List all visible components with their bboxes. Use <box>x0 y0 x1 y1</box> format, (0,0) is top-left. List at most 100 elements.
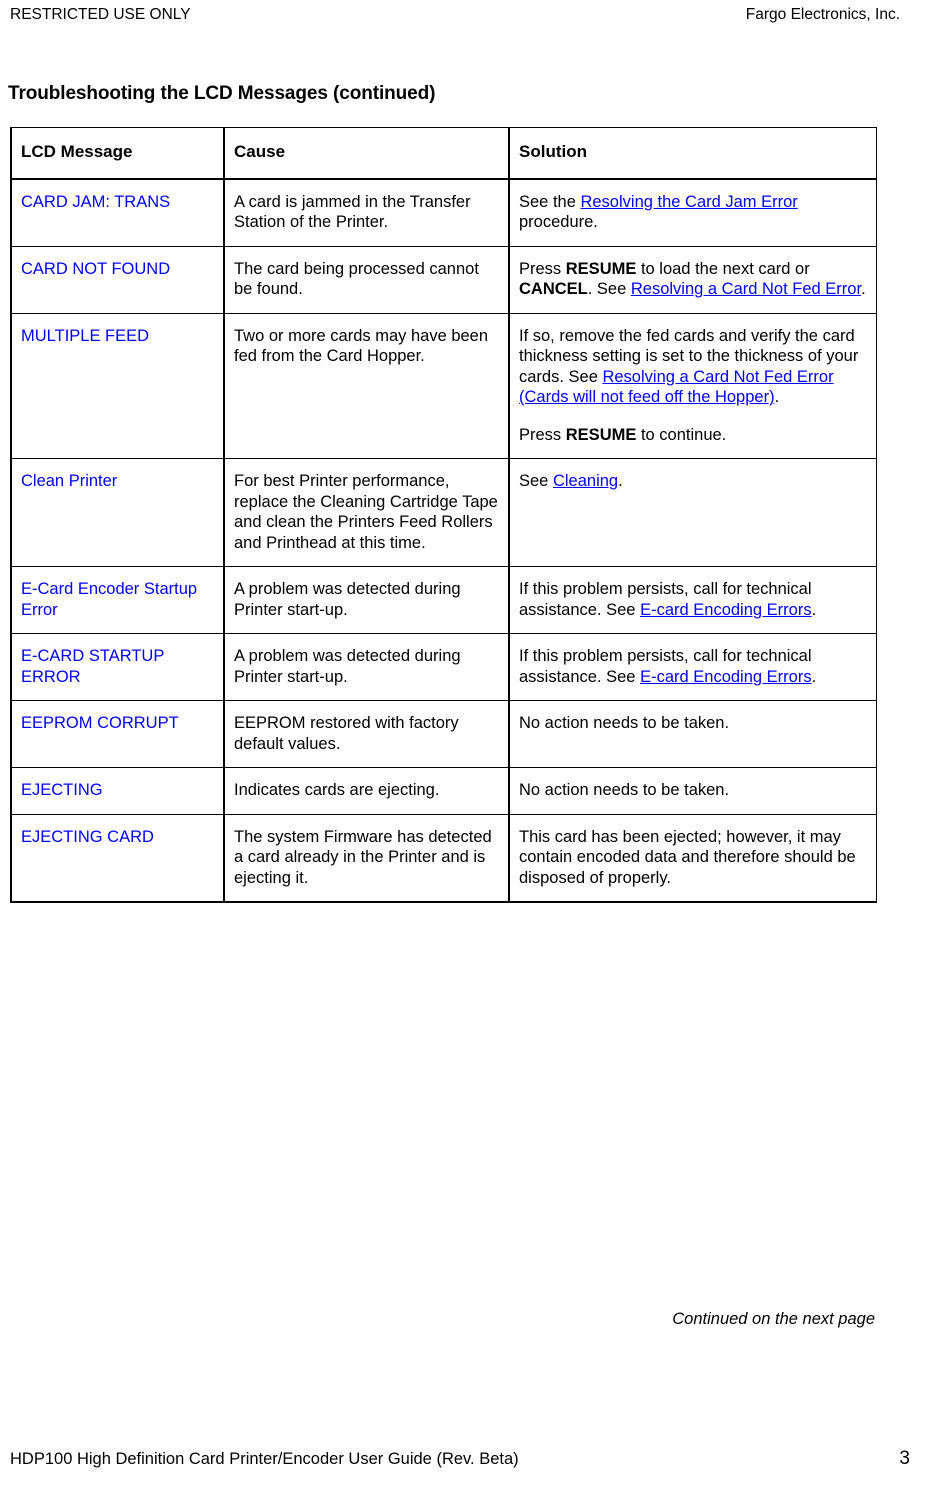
table-header-row: LCD Message Cause Solution <box>10 127 877 180</box>
cause-text: A problem was detected during Printer st… <box>234 580 461 619</box>
page-running-header: RESTRICTED USE ONLY Fargo Electronics, I… <box>10 6 900 24</box>
lcd-message-text: CARD NOT FOUND <box>21 259 171 278</box>
cell-lcd-message: MULTIPLE FEED <box>10 312 225 459</box>
cell-solution: Press RESUME to load the next card or CA… <box>508 245 877 314</box>
cause-text: For best Printer performance, replace th… <box>234 472 498 552</box>
lcd-messages-table: LCD Message Cause Solution CARD JAM: TRA… <box>10 127 877 903</box>
solution-text: . <box>618 472 623 490</box>
emphasis-text: RESUME <box>565 259 637 278</box>
solution-text: . <box>774 388 780 406</box>
cell-cause: Indicates cards are ejecting. <box>223 767 510 815</box>
solution-paragraph: No action needs to be taken. <box>519 780 867 801</box>
solution-paragraph: This card has been ejected; however, it … <box>519 827 867 889</box>
solution-paragraph: If this problem persists, call for techn… <box>519 646 867 687</box>
cell-lcd-message: E-CARD STARTUP ERROR <box>10 633 225 701</box>
table-row: EJECTING Indicates cards are ejecting. No … <box>10 767 877 815</box>
lcd-message-text: CARD JAM: TRANS <box>21 192 171 211</box>
continued-note: Continued on the next page <box>672 1310 875 1328</box>
table-row: EEPROM CORRUPT EEPROM restored with facto… <box>10 700 877 768</box>
table-row: CARD NOT FOUND The card being processed c… <box>10 245 877 314</box>
column-header-solution: Solution <box>508 127 877 180</box>
cell-solution: This card has been ejected; however, it … <box>508 813 877 903</box>
cell-lcd-message: EJECTING <box>10 767 225 815</box>
cell-solution: See the Resolving the Card Jam Error pro… <box>508 177 877 247</box>
cell-cause: A card is jammed in the Transfer Station… <box>223 177 510 247</box>
cell-lcd-message: EJECTING CARD <box>10 813 225 903</box>
cause-text: A card is jammed in the Transfer Station… <box>234 192 471 232</box>
solution-text: to load the next card or <box>636 259 810 278</box>
solution-link[interactable]: Resolving the Card Jam Error <box>580 193 797 211</box>
cause-text: A problem was detected during Printer st… <box>234 647 461 686</box>
lcd-message-text: EJECTING CARD <box>21 827 154 846</box>
page-title: Troubleshooting the LCD Messages (contin… <box>8 82 436 104</box>
page-running-footer: HDP100 High Definition Card Printer/Enco… <box>10 1448 910 1470</box>
restricted-use-notice: RESTRICTED USE ONLY <box>10 6 191 23</box>
cell-lcd-message: CARD NOT FOUND <box>10 245 225 314</box>
emphasis-text: CANCEL <box>519 280 588 298</box>
emphasis-text: RESUME <box>565 425 637 444</box>
solution-paragraph: If so, remove the fed cards and verify t… <box>519 326 867 408</box>
solution-text: This card has been ejected; however, it … <box>519 827 856 887</box>
solution-text: No action needs to be taken. <box>519 781 730 799</box>
solution-text: to continue. <box>636 425 727 444</box>
solution-link[interactable]: Cleaning <box>553 472 618 490</box>
lcd-message-text: EEPROM CORRUPT <box>21 714 179 732</box>
solution-paragraph: No action needs to be taken. <box>519 713 867 734</box>
cause-text: The card being processed cannot be found… <box>234 259 479 299</box>
cell-cause: The system Firmware has detected a card … <box>223 813 510 903</box>
solution-text: No action needs to be taken. <box>519 714 730 732</box>
solution-text: . <box>861 280 866 298</box>
column-header-cause: Cause <box>223 127 510 180</box>
lcd-message-text: Clean Printer <box>21 472 118 490</box>
lcd-message-text: E-CARD STARTUP ERROR <box>21 647 165 686</box>
table-row: Clean Printer For best Printer performanc… <box>10 458 877 567</box>
cell-lcd-message: EEPROM CORRUPT <box>10 700 225 768</box>
cell-lcd-message: E-Card Encoder Startup Error <box>10 566 225 634</box>
solution-paragraph: Press RESUME to load the next card or CA… <box>519 259 867 300</box>
page-number: 3 <box>899 1448 910 1469</box>
solution-link[interactable]: E-card Encoding Errors <box>640 668 812 686</box>
cause-text: EEPROM restored with factory default val… <box>234 714 459 753</box>
table-row: E-Card Encoder Startup Error A problem wa… <box>10 566 877 634</box>
table-body: CARD JAM: TRANS A card is jammed in the T… <box>10 177 877 903</box>
solution-text: See the <box>519 192 581 211</box>
lcd-message-text: E-Card Encoder Startup Error <box>21 580 198 619</box>
solution-paragraph: If this problem persists, call for techn… <box>519 579 867 620</box>
cell-cause: For best Printer performance, replace th… <box>223 458 510 567</box>
table-row: EJECTING CARD The system Firmware has det… <box>10 813 877 903</box>
cell-cause: A problem was detected during Printer st… <box>223 566 510 634</box>
table-row: CARD JAM: TRANS A card is jammed in the T… <box>10 177 877 247</box>
cell-solution: If so, remove the fed cards and verify t… <box>508 312 877 459</box>
cell-solution: No action needs to be taken. <box>508 767 877 815</box>
cell-lcd-message: CARD JAM: TRANS <box>10 177 225 247</box>
table-row: MULTIPLE FEED Two or more cards may have … <box>10 312 877 459</box>
column-header-lcd-message: LCD Message <box>10 127 225 180</box>
solution-link[interactable]: Resolving a Card Not Fed Error <box>631 280 861 298</box>
cause-text: Two or more cards may have been fed from… <box>234 326 489 366</box>
cell-cause: Two or more cards may have been fed from… <box>223 312 510 459</box>
cell-cause: A problem was detected during Printer st… <box>223 633 510 701</box>
guide-title: HDP100 High Definition Card Printer/Enco… <box>10 1450 519 1468</box>
table-header: LCD Message Cause Solution <box>10 127 877 180</box>
cell-cause: The card being processed cannot be found… <box>223 245 510 314</box>
solution-text: . <box>811 667 817 686</box>
solution-link[interactable]: E-card Encoding Errors <box>640 601 812 619</box>
cause-text: Indicates cards are ejecting. <box>234 781 440 799</box>
company-name: Fargo Electronics, Inc. <box>745 6 900 23</box>
cell-lcd-message: Clean Printer <box>10 458 225 567</box>
cell-cause: EEPROM restored with factory default val… <box>223 700 510 768</box>
cell-solution: No action needs to be taken. <box>508 700 877 768</box>
solution-paragraph: Press RESUME to continue. <box>519 425 867 446</box>
solution-text: . See <box>587 280 631 298</box>
cell-solution: If this problem persists, call for techn… <box>508 633 877 701</box>
cell-solution: See Cleaning. <box>508 458 877 567</box>
solution-paragraph: See the Resolving the Card Jam Error pro… <box>519 192 867 233</box>
lcd-message-text: EJECTING <box>21 781 103 799</box>
table-row: E-CARD STARTUP ERROR A problem was detect… <box>10 633 877 701</box>
solution-text: Press <box>519 259 566 278</box>
lcd-message-text: MULTIPLE FEED <box>21 326 150 345</box>
solution-text: procedure. <box>519 213 598 231</box>
cell-solution: If this problem persists, call for techn… <box>508 566 877 634</box>
solution-text: . <box>811 600 817 619</box>
solution-text: Press <box>519 425 566 444</box>
